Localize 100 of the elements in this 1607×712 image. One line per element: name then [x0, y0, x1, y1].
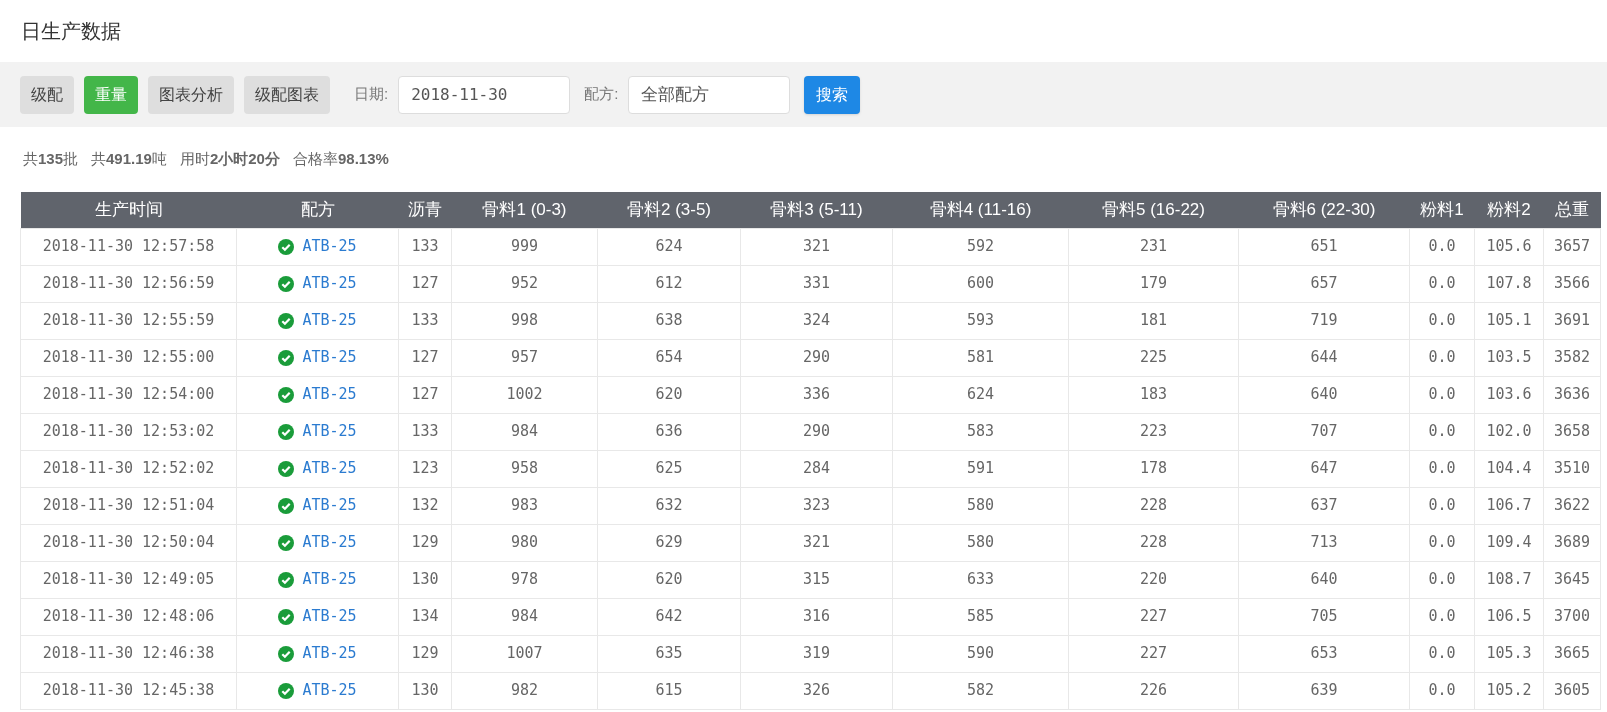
table-cell: 132: [398, 487, 452, 524]
table-cell: 123: [398, 450, 452, 487]
table-cell: 629: [597, 524, 741, 561]
table-cell: 642: [597, 598, 741, 635]
table-cell: 2018-11-30 12:55:00: [20, 339, 237, 376]
tab[interactable]: 重量: [84, 75, 138, 114]
table-cell: 580: [892, 524, 1069, 561]
table-cell: 633: [892, 561, 1069, 598]
table-cell: 231: [1068, 228, 1239, 265]
table-cell: 612: [597, 265, 741, 302]
column-header: 骨料2 (3-5): [597, 192, 741, 228]
table-cell: 0.0: [1409, 376, 1475, 413]
table-cell: 106.5: [1474, 598, 1544, 635]
table-cell: 0.0: [1409, 339, 1475, 376]
column-header: 骨料1 (0-3): [451, 192, 598, 228]
table-cell: 133: [398, 302, 452, 339]
table-cell: 615: [597, 672, 741, 709]
table-cell: 978: [451, 561, 598, 598]
table-cell: 105.1: [1474, 302, 1544, 339]
table-cell: 315: [740, 561, 893, 598]
table-cell: 2018-11-30 12:45:38: [20, 672, 237, 709]
table-cell: 102.0: [1474, 413, 1544, 450]
table-cell: 590: [892, 635, 1069, 672]
table-cell: 181: [1068, 302, 1239, 339]
table-cell: 600: [892, 265, 1069, 302]
tab[interactable]: 级配: [20, 75, 74, 114]
table-cell: 3622: [1543, 487, 1601, 524]
table-cell: 707: [1238, 413, 1410, 450]
table-cell: 290: [740, 339, 893, 376]
stat-text: 共135批: [23, 149, 79, 170]
table-cell: 580: [892, 487, 1069, 524]
table-cell: 0.0: [1409, 561, 1475, 598]
table-cell: 581: [892, 339, 1069, 376]
table-cell: 130: [398, 561, 452, 598]
column-header: 粉料2: [1474, 192, 1544, 228]
table-cell: 129: [398, 635, 452, 672]
table-cell: 319: [740, 635, 893, 672]
stat-text: 合格率98.13%: [292, 149, 389, 170]
table-cell: 632: [597, 487, 741, 524]
table-cell: 3658: [1543, 413, 1601, 450]
table-cell: 593: [892, 302, 1069, 339]
table-cell: 226: [1068, 672, 1239, 709]
tab[interactable]: 级配图表: [244, 75, 330, 114]
table-cell: 983: [451, 487, 598, 524]
table-cell: 635: [597, 635, 741, 672]
table-cell: 326: [740, 672, 893, 709]
table-cell: 620: [597, 376, 741, 413]
table-cell: 719: [1238, 302, 1410, 339]
column-header: 沥青: [398, 192, 452, 228]
tab[interactable]: 图表分析: [148, 75, 234, 114]
table-cell: 225: [1068, 339, 1239, 376]
table-cell: 103.5: [1474, 339, 1544, 376]
table-cell: 3689: [1543, 524, 1601, 561]
table-cell: 130: [398, 672, 452, 709]
table-cell: 984: [451, 598, 598, 635]
table-cell: 624: [597, 228, 741, 265]
table-cell: 651: [1238, 228, 1410, 265]
table-cell: 0.0: [1409, 302, 1475, 339]
table-cell: 625: [597, 450, 741, 487]
table-cell: 103.6: [1474, 376, 1544, 413]
table-cell: 644: [1238, 339, 1410, 376]
table-cell: 0.0: [1409, 413, 1475, 450]
table-cell: 109.4: [1474, 524, 1544, 561]
table-cell: 127: [398, 265, 452, 302]
column-header: 总重: [1543, 192, 1601, 228]
table-cell: 336: [740, 376, 893, 413]
table-cell: 980: [451, 524, 598, 561]
table-cell: 998: [451, 302, 598, 339]
column-header: 骨料4 (11-16): [892, 192, 1069, 228]
table-cell: 592: [892, 228, 1069, 265]
table-cell: 0.0: [1409, 450, 1475, 487]
table-cell: 3700: [1543, 598, 1601, 635]
table-cell: 133: [398, 413, 452, 450]
table-cell: 105.6: [1474, 228, 1544, 265]
date-field[interactable]: 2018-11-30: [398, 75, 571, 114]
table-cell: 321: [740, 228, 893, 265]
table-cell: 228: [1068, 487, 1239, 524]
table-cell: 0.0: [1409, 672, 1475, 709]
stat-text: 用时2小时20分: [179, 149, 280, 170]
table-cell: 657: [1238, 265, 1410, 302]
table-cell: 999: [451, 228, 598, 265]
table-cell: 179: [1068, 265, 1239, 302]
table-cell: 624: [892, 376, 1069, 413]
table-cell: 984: [451, 413, 598, 450]
table-cell: 0.0: [1409, 487, 1475, 524]
table-cell: 227: [1068, 598, 1239, 635]
table-cell: 106.7: [1474, 487, 1544, 524]
table-cell: 2018-11-30 12:54:00: [20, 376, 237, 413]
table-cell: 647: [1238, 450, 1410, 487]
table-cell: 0.0: [1409, 635, 1475, 672]
recipe-field[interactable]: 全部配方: [628, 75, 791, 114]
table-cell: 640: [1238, 561, 1410, 598]
search-button[interactable]: 搜索: [804, 75, 861, 114]
table-cell: 228: [1068, 524, 1239, 561]
table-cell: 2018-11-30 12:52:02: [20, 450, 237, 487]
table-cell: 220: [1068, 561, 1239, 598]
table-cell: 321: [740, 524, 893, 561]
table-cell: 2018-11-30 12:53:02: [20, 413, 237, 450]
table-cell: 637: [1238, 487, 1410, 524]
table-cell: 104.4: [1474, 450, 1544, 487]
